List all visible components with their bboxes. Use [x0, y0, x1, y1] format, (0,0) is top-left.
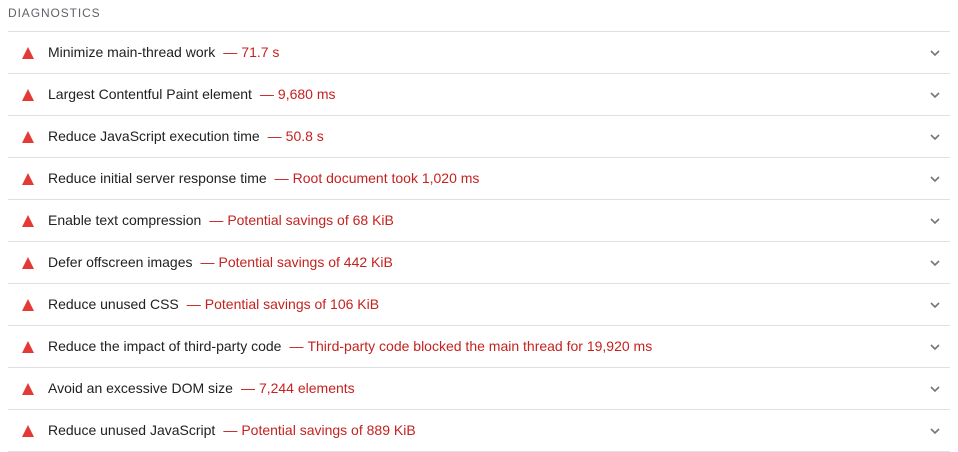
audit-text: Largest Contentful Paint element —9,680 m…	[48, 74, 336, 115]
chevron-down-icon[interactable]	[929, 131, 941, 143]
warning-triangle-icon	[22, 383, 34, 395]
diagnostics-section: DIAGNOSTICS Minimize main-thread work —71…	[0, 0, 958, 452]
audit-display-value: Root document took 1,020 ms	[292, 170, 480, 186]
warning-triangle-icon	[22, 89, 34, 101]
audit-display-value: 9,680 ms	[277, 86, 336, 102]
audit-title: Reduce initial server response time	[48, 170, 267, 186]
audit-title: Largest Contentful Paint element	[48, 86, 252, 102]
audit-separator: —	[186, 296, 201, 312]
audit-text: Defer offscreen images — Potential savings…	[48, 242, 393, 283]
audit-title: Enable text compression	[48, 212, 202, 228]
warning-triangle-icon	[22, 299, 34, 311]
warning-triangle-icon	[22, 47, 34, 59]
audit-display-value: Potential savings of 68 KiB	[227, 212, 394, 228]
audit-title: Avoid an excessive DOM size	[48, 380, 233, 396]
audit-text: Enable text compression — Potential saving…	[48, 200, 394, 241]
audit-row-third-party[interactable]: Reduce the impact of third-party code — Th…	[8, 326, 950, 368]
warning-triangle-icon	[22, 215, 34, 227]
chevron-down-icon[interactable]	[929, 383, 941, 395]
chevron-down-icon[interactable]	[929, 47, 941, 59]
audit-row-js-execution[interactable]: Reduce JavaScript execution time —50.8 s	[8, 116, 950, 158]
audit-separator: —	[209, 212, 224, 228]
audit-row-text-compression[interactable]: Enable text compression — Potential saving…	[8, 200, 950, 242]
audit-display-value: Potential savings of 442 KiB	[218, 254, 393, 270]
warning-triangle-icon	[22, 257, 34, 269]
section-title: DIAGNOSTICS	[8, 6, 101, 20]
audit-display-value: Third-party code blocked the main thread…	[307, 338, 653, 354]
audit-text: Reduce the impact of third-party code — Th…	[48, 326, 652, 367]
audit-list: Minimize main-thread work —71.7 s Largest…	[8, 31, 950, 452]
audit-text: Reduce JavaScript execution time —50.8 s	[48, 116, 324, 157]
audit-text: Avoid an excessive DOM size —7,244 elemen…	[48, 368, 355, 409]
audit-separator: —	[240, 380, 255, 396]
warning-triangle-icon	[22, 425, 34, 437]
chevron-down-icon[interactable]	[929, 341, 941, 353]
audit-title: Reduce unused CSS	[48, 296, 179, 312]
chevron-down-icon[interactable]	[929, 425, 941, 437]
audit-row-lcp-element[interactable]: Largest Contentful Paint element —9,680 m…	[8, 74, 950, 116]
audit-row-main-thread[interactable]: Minimize main-thread work —71.7 s	[8, 32, 950, 74]
audit-title: Reduce unused JavaScript	[48, 422, 216, 438]
audit-separator: —	[259, 86, 274, 102]
chevron-down-icon[interactable]	[929, 89, 941, 101]
audit-title: Reduce the impact of third-party code	[48, 338, 282, 354]
audit-title: Minimize main-thread work	[48, 44, 216, 60]
audit-row-unused-css[interactable]: Reduce unused CSS — Potential savings of 1…	[8, 284, 950, 326]
audit-text: Reduce initial server response time — Root…	[48, 158, 479, 199]
chevron-down-icon[interactable]	[929, 215, 941, 227]
audit-display-value: 7,244 elements	[258, 380, 355, 396]
warning-triangle-icon	[22, 131, 34, 143]
audit-separator: —	[274, 170, 289, 186]
audit-display-value: 50.8 s	[285, 128, 324, 144]
audit-separator: —	[223, 422, 238, 438]
audit-display-value: 71.7 s	[241, 44, 280, 60]
chevron-down-icon[interactable]	[929, 173, 941, 185]
audit-separator: —	[200, 254, 215, 270]
audit-row-dom-size[interactable]: Avoid an excessive DOM size —7,244 elemen…	[8, 368, 950, 410]
audit-separator: —	[267, 128, 282, 144]
chevron-down-icon[interactable]	[929, 257, 941, 269]
chevron-down-icon[interactable]	[929, 299, 941, 311]
warning-triangle-icon	[22, 173, 34, 185]
audit-row-server-response[interactable]: Reduce initial server response time — Root…	[8, 158, 950, 200]
audit-row-unused-js[interactable]: Reduce unused JavaScript — Potential savin…	[8, 410, 950, 452]
audit-text: Reduce unused JavaScript — Potential savin…	[48, 410, 416, 451]
audit-row-offscreen-images[interactable]: Defer offscreen images — Potential savings…	[8, 242, 950, 284]
audit-title: Defer offscreen images	[48, 254, 193, 270]
audit-separator: —	[289, 338, 304, 354]
audit-text: Minimize main-thread work —71.7 s	[48, 32, 279, 73]
audit-text: Reduce unused CSS — Potential savings of 1…	[48, 284, 379, 325]
audit-title: Reduce JavaScript execution time	[48, 128, 260, 144]
warning-triangle-icon	[22, 341, 34, 353]
audit-display-value: Potential savings of 106 KiB	[204, 296, 380, 312]
audit-display-value: Potential savings of 889 KiB	[241, 422, 416, 438]
audit-separator: —	[223, 44, 238, 60]
